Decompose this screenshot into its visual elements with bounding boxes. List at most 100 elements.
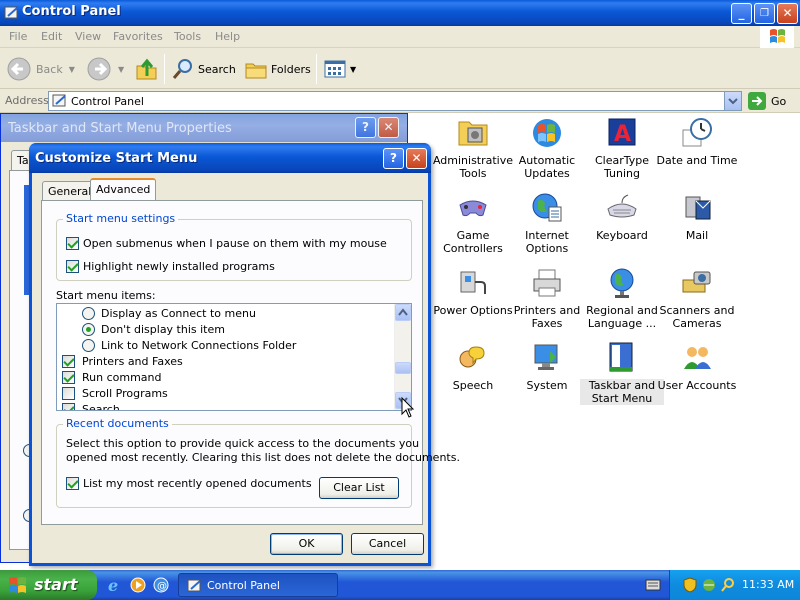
folders-label: Folders [271,62,311,76]
help-button[interactable]: ? [383,148,404,169]
item-label: Internet [525,229,569,242]
item-label: Keyboard [596,229,648,242]
list-item-radio[interactable] [82,307,95,320]
control-panel-icon [4,6,18,19]
internet-options-item[interactable]: Internet Options [505,191,589,255]
window-titlebar[interactable]: Control Panel _ ❐ ✕ [0,0,800,26]
item-label: Automatic [518,154,576,167]
media-player-icon[interactable] [129,576,147,594]
scanners-and-cameras-item[interactable]: Scanners and Cameras [655,266,739,330]
list-item-radio[interactable] [82,323,95,336]
group-legend: Recent documents [63,417,172,430]
forward-button[interactable]: ▼ [86,54,124,84]
item-label: Options [525,242,569,255]
close-button[interactable]: ✕ [378,117,399,138]
back-dropdown-icon[interactable]: ▼ [69,65,75,74]
list-recent-documents-checkbox[interactable] [66,477,79,490]
internet-explorer-icon[interactable]: e [106,576,124,594]
list-item: Don't display this item [101,323,225,336]
list-item-radio[interactable] [82,339,95,352]
user-accounts-item[interactable]: User Accounts [655,341,739,392]
windows-logo-icon [9,577,26,593]
administrative-tools-item[interactable]: Administrative Tools [431,116,515,180]
speech-icon [459,346,485,368]
search-tray-icon[interactable] [720,577,736,593]
item-label: Game [456,229,490,242]
forward-dropdown-icon[interactable]: ▼ [118,65,124,74]
scroll-up-button[interactable] [395,304,411,321]
globe-icon [532,193,562,222]
menu-tools[interactable]: Tools [174,30,201,43]
highlight-new-programs-checkbox[interactable] [66,260,79,273]
address-input[interactable]: Control Panel [48,91,742,111]
item-label: Start Menu [591,392,653,405]
list-item-checkbox[interactable] [62,387,75,400]
cancel-button[interactable]: Cancel [351,533,424,555]
list-item: Link to Network Connections Folder [101,339,297,352]
date-and-time-item[interactable]: Date and Time [655,116,739,167]
mail-item[interactable]: Mail [655,191,739,242]
item-label: Tools [459,167,487,180]
item-label: User Accounts [657,379,737,392]
item-label: Mail [685,229,709,242]
keyboard-layout-icon[interactable] [645,578,661,592]
camera-icon [682,271,711,293]
menu-help[interactable]: Help [215,30,240,43]
list-scrollbar[interactable] [394,304,411,410]
maximize-button[interactable]: ❐ [754,3,775,24]
security-shield-icon[interactable] [682,577,698,593]
regional-and-language-item[interactable]: Regional and Language ... [580,266,664,330]
search-button[interactable]: Search [170,54,236,84]
speech-item[interactable]: Speech [431,341,515,392]
folders-button[interactable]: Folders [243,54,311,84]
views-button[interactable]: ▼ [322,54,356,84]
game-controllers-item[interactable]: Game Controllers [431,191,515,255]
cleartype-icon: A [608,118,636,147]
item-label: Updates [524,167,570,180]
tab-advanced[interactable]: Advanced [90,178,157,200]
svg-text:A: A [614,122,631,147]
task-label: Control Panel [207,579,280,592]
up-folder-button[interactable] [134,54,160,84]
checkbox-label: Highlight newly installed programs [83,260,275,273]
scroll-thumb[interactable] [395,362,411,374]
automatic-updates-item[interactable]: Automatic Updates [505,116,589,180]
taskbar-properties-titlebar[interactable]: Taskbar and Start Menu Properties ? ✕ [1,114,407,142]
close-button[interactable]: ✕ [406,148,427,169]
open-submenus-checkbox[interactable] [66,237,79,250]
item-label: System [526,379,568,392]
list-item-checkbox[interactable] [62,403,75,410]
gamepad-icon [459,200,487,217]
dialog-title: Customize Start Menu [35,151,198,166]
task-control-panel[interactable]: Control Panel [178,573,338,597]
start-button[interactable]: start [0,570,97,600]
start-menu-items-list[interactable]: Display as Connect to menu Don't display… [56,303,412,411]
list-item: Display as Connect to menu [101,307,256,320]
back-button[interactable]: Back ▼ [6,54,75,84]
close-button[interactable]: ✕ [777,3,798,24]
keyboard-item[interactable]: Keyboard [580,191,664,242]
menu-view[interactable]: View [75,30,101,43]
ok-button[interactable]: OK [270,533,343,555]
network-icon[interactable] [701,577,717,593]
go-button[interactable]: Go [748,92,786,110]
menu-favorites[interactable]: Favorites [113,30,163,43]
outlook-express-icon[interactable]: @ [152,576,170,594]
dialog-titlebar[interactable]: Customize Start Menu ? ✕ [29,143,431,173]
windows-logo-icon [760,26,794,48]
minimize-button[interactable]: _ [731,3,752,24]
list-item-checkbox[interactable] [62,355,75,368]
cleartype-tuning-item[interactable]: A ClearType Tuning [580,116,664,180]
menu-file[interactable]: File [9,30,27,43]
system-item[interactable]: System [505,341,589,392]
list-item-checkbox[interactable] [62,371,75,384]
power-options-item[interactable]: Power Options [431,266,515,317]
views-dropdown-icon[interactable]: ▼ [350,65,356,74]
address-dropdown-button[interactable] [724,92,741,110]
forward-arrow-icon [87,57,111,81]
taskbar-and-start-menu-item[interactable]: Taskbar and Start Menu [580,341,664,405]
printers-and-faxes-item[interactable]: Printers and Faxes [505,266,589,330]
help-button[interactable]: ? [355,117,376,138]
menu-edit[interactable]: Edit [41,30,62,43]
clear-list-button[interactable]: Clear List [319,477,399,499]
